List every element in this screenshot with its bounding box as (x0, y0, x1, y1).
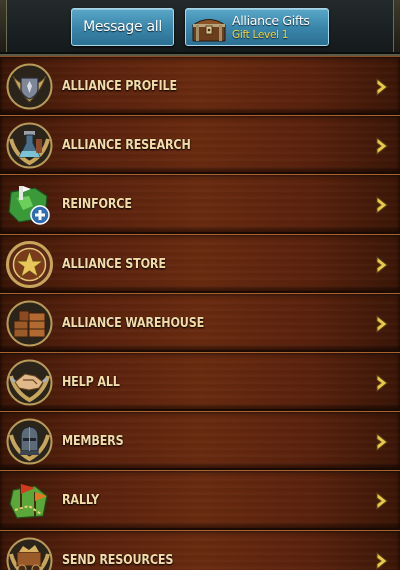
menu-item-label: SEND RESOURCES (62, 552, 174, 568)
menu-item-reinforce[interactable]: REINFORCE (0, 174, 400, 234)
gift-level-label: Gift Level 1 (232, 29, 289, 41)
handshake-icon (6, 359, 53, 406)
chevron-right-icon (376, 255, 388, 274)
chevron-right-icon (376, 314, 388, 333)
warehouse-crates-icon (6, 300, 53, 347)
alliance-gifts-button[interactable]: Alliance Gifts Gift Level 1 (185, 8, 329, 46)
menu-item-members[interactable]: MEMBERS (0, 411, 400, 471)
menu-item-alliance-research[interactable]: ALLIANCE RESEARCH (0, 115, 400, 175)
menu-item-alliance-store[interactable]: ALLIANCE STORE (0, 233, 400, 293)
chevron-right-icon (376, 373, 388, 392)
menu-item-label: HELP ALL (62, 374, 120, 390)
menu-item-alliance-profile[interactable]: ALLIANCE PROFILE (0, 56, 400, 116)
chevron-right-icon (376, 551, 388, 570)
alliance-gifts-title: Alliance Gifts (232, 13, 310, 28)
alliance-menu-list: ALLIANCE PROFILE ALLIANCE RESEARCH REINF… (0, 56, 400, 570)
chevron-right-icon (376, 137, 388, 156)
chevron-right-icon (376, 196, 388, 215)
alliance-screen: Message all Alliance Gifts Gift Level 1 (0, 0, 400, 570)
chevron-right-icon (376, 77, 388, 97)
alliance-header: Message all Alliance Gifts Gift Level 1 (0, 0, 400, 56)
menu-item-label: REINFORCE (62, 197, 132, 213)
rally-flags-icon (9, 484, 48, 519)
treasure-chest-icon (192, 19, 226, 42)
menu-item-label: RALLY (62, 493, 100, 509)
resource-cart-icon (6, 537, 53, 570)
reinforce-map-icon (8, 186, 50, 226)
menu-item-alliance-warehouse[interactable]: ALLIANCE WAREHOUSE (0, 292, 400, 352)
menu-item-label: ALLIANCE PROFILE (62, 79, 177, 94)
menu-item-label: MEMBERS (62, 434, 124, 450)
menu-item-rally[interactable]: RALLY (0, 470, 400, 530)
menu-item-label: ALLIANCE RESEARCH (62, 138, 191, 154)
menu-item-help-all[interactable]: HELP ALL (0, 351, 400, 412)
star-medallion-icon (6, 240, 53, 288)
chevron-right-icon (376, 492, 388, 511)
menu-item-label: ALLIANCE WAREHOUSE (62, 315, 205, 331)
menu-item-send-resources[interactable]: SEND RESOURCES (0, 529, 400, 570)
knight-helmet-icon (6, 418, 53, 465)
menu-item-label: ALLIANCE STORE (62, 256, 166, 272)
research-flask-icon (6, 122, 53, 169)
chevron-right-icon (376, 433, 388, 452)
message-all-button[interactable]: Message all (71, 8, 174, 46)
crested-shield-icon (6, 63, 53, 110)
